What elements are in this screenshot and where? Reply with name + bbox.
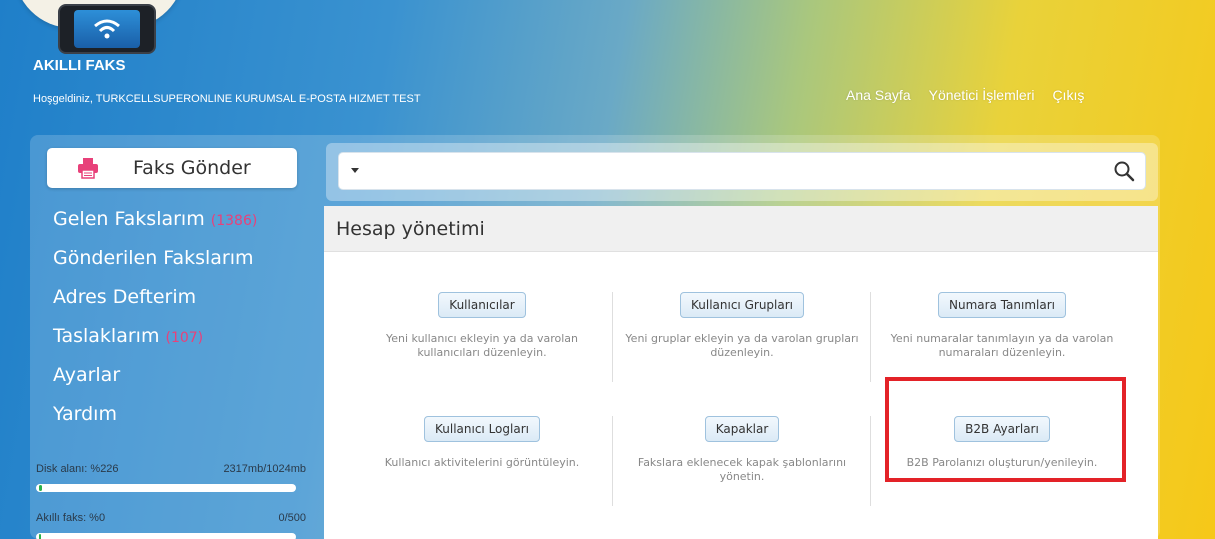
number-definitions-description: Yeni numaralar tanımlayın ya da varolan … xyxy=(890,332,1114,359)
smart-fax-label: Akıllı faks: %0 xyxy=(36,512,106,524)
sidebar-item-sent[interactable]: Gönderilen Fakslarım xyxy=(53,246,257,285)
logo-device xyxy=(58,4,156,54)
smart-fax-value: 0/500 xyxy=(278,512,306,524)
sidebar: Faks Gönder Gelen Fakslarım (1386) Gönde… xyxy=(36,145,320,539)
disk-usage-bar xyxy=(36,484,296,492)
caret-down-icon[interactable] xyxy=(351,168,359,173)
account-management-panel: Hesap yönetimi Kullanıcılar Yeni kullanı… xyxy=(324,206,1158,539)
users-description: Yeni kullanıcı ekleyin ya da varolan kul… xyxy=(385,332,579,359)
panel-title: Hesap yönetimi xyxy=(324,206,1158,252)
number-definitions-button[interactable]: Numara Tanımları xyxy=(937,292,1066,318)
disk-usage-fill xyxy=(39,485,42,491)
covers-button[interactable]: Kapaklar xyxy=(704,416,780,442)
user-logs-button[interactable]: Kullanıcı Logları xyxy=(424,416,540,442)
sidebar-item-settings[interactable]: Ayarlar xyxy=(53,363,257,402)
nav-logout[interactable]: Çıkış xyxy=(1052,87,1084,103)
sidebar-item-inbox[interactable]: Gelen Fakslarım (1386) xyxy=(53,207,257,246)
sidebar-item-label: Gelen Fakslarım xyxy=(53,208,205,230)
welcome-text: Hoşgeldiniz, TURKCELLSUPERONLINE KURUMSA… xyxy=(33,93,421,105)
sidebar-item-label: Gönderilen Fakslarım xyxy=(53,247,254,269)
sidebar-item-drafts[interactable]: Taslaklarım (107) xyxy=(53,324,257,363)
management-grid: Kullanıcılar Yeni kullanıcı ekleyin ya d… xyxy=(324,252,1158,539)
search-input[interactable] xyxy=(369,157,1089,185)
sidebar-item-help[interactable]: Yardım xyxy=(53,402,257,441)
card-b2b-settings: B2B Ayarları B2B Parolanızı oluşturun/ye… xyxy=(872,416,1132,470)
users-button[interactable]: Kullanıcılar xyxy=(438,292,526,318)
printer-icon xyxy=(78,158,98,179)
smart-fax-fill xyxy=(39,534,41,539)
sidebar-menu: Gelen Fakslarım (1386) Gönderilen Faksla… xyxy=(53,207,257,441)
disk-usage: Disk alanı: %226 2317mb/1024mb Akıllı fa… xyxy=(36,463,306,539)
card-covers: Kapaklar Fakslara eklenecek kapak şablon… xyxy=(612,416,872,484)
smart-fax-bar xyxy=(36,533,296,539)
sidebar-item-label: Adres Defterim xyxy=(53,286,197,308)
drafts-count: (107) xyxy=(165,330,204,346)
top-navigation: Ana Sayfa Yönetici İşlemleri Çıkış xyxy=(846,87,1102,103)
user-logs-description: Kullanıcı aktivitelerini görüntüleyin. xyxy=(384,456,580,469)
card-user-logs: Kullanıcı Logları Kullanıcı aktiviteleri… xyxy=(352,416,612,470)
search-icon[interactable] xyxy=(1113,160,1135,182)
sidebar-item-address-book[interactable]: Adres Defterim xyxy=(53,285,257,324)
send-fax-button[interactable]: Faks Gönder xyxy=(47,148,297,188)
disk-usage-value: 2317mb/1024mb xyxy=(223,463,306,475)
sidebar-item-label: Taslaklarım xyxy=(53,325,160,347)
nav-home[interactable]: Ana Sayfa xyxy=(846,87,911,103)
nav-admin[interactable]: Yönetici İşlemleri xyxy=(929,87,1035,103)
search-area xyxy=(326,143,1158,201)
b2b-settings-description: B2B Parolanızı oluşturun/yenileyin. xyxy=(906,456,1098,469)
card-users: Kullanıcılar Yeni kullanıcı ekleyin ya d… xyxy=(352,292,612,360)
b2b-settings-button[interactable]: B2B Ayarları xyxy=(954,416,1050,442)
inbox-count: (1386) xyxy=(210,213,258,229)
send-fax-label: Faks Gönder xyxy=(133,157,251,179)
header: AKILLI FAKS Hoşgeldiniz, TURKCELLSUPERON… xyxy=(0,0,1215,125)
user-groups-button[interactable]: Kullanıcı Grupları xyxy=(680,292,804,318)
logo-text: AKILLI FAKS xyxy=(33,57,126,74)
covers-description: Fakslara eklenecek kapak şablonlarını yö… xyxy=(637,456,847,483)
card-number-definitions: Numara Tanımları Yeni numaralar tanımlay… xyxy=(872,292,1132,360)
search-box xyxy=(338,152,1146,190)
user-groups-description: Yeni gruplar ekleyin ya da varolan grupl… xyxy=(625,332,859,359)
sidebar-item-label: Yardım xyxy=(53,403,117,425)
wifi-icon xyxy=(74,10,140,48)
card-user-groups: Kullanıcı Grupları Yeni gruplar ekleyin … xyxy=(612,292,872,360)
sidebar-item-label: Ayarlar xyxy=(53,364,121,386)
disk-usage-label: Disk alanı: %226 xyxy=(36,463,119,475)
